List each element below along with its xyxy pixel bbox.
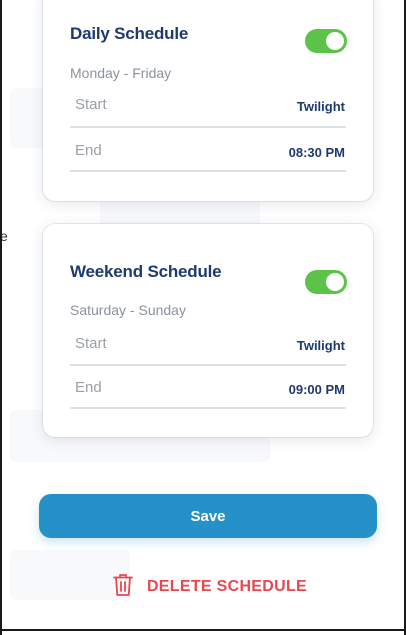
save-button-label: Save — [190, 507, 226, 525]
start-label: Start — [75, 335, 107, 352]
schedule-days: Monday - Friday — [70, 65, 172, 81]
start-value: Twilight — [296, 99, 345, 114]
frame-edge — [0, 0, 2, 635]
start-label: Start — [75, 96, 107, 113]
daily-schedule-toggle[interactable] — [305, 29, 347, 53]
divider — [70, 170, 346, 172]
schedule-title: Weekend Schedule — [70, 262, 222, 281]
weekend-schedule-card: Weekend Schedule Saturday - Sunday Start… — [43, 224, 373, 437]
delete-schedule-button[interactable]: DELETE SCHEDULE — [100, 572, 320, 602]
delete-schedule-label: DELETE SCHEDULE — [146, 578, 308, 595]
weekend-schedule-toggle[interactable] — [305, 270, 347, 294]
start-value: Twilight — [296, 338, 345, 353]
trash-icon — [113, 573, 133, 602]
daily-schedule-card: Daily Schedule Monday - Friday Start Twi… — [43, 0, 373, 201]
toggle-knob — [326, 273, 344, 291]
end-label: End — [75, 142, 102, 159]
end-label: End — [75, 379, 102, 396]
schedule-title: Daily Schedule — [70, 24, 189, 43]
save-button[interactable]: Save — [39, 494, 377, 538]
divider — [70, 364, 346, 366]
divider — [70, 407, 346, 409]
schedule-days: Saturday - Sunday — [70, 302, 186, 318]
end-value: 09:00 PM — [288, 382, 345, 397]
divider — [70, 126, 346, 128]
toggle-knob — [326, 32, 344, 50]
end-value: 08:30 PM — [288, 145, 345, 160]
frame-edge — [0, 629, 406, 631]
